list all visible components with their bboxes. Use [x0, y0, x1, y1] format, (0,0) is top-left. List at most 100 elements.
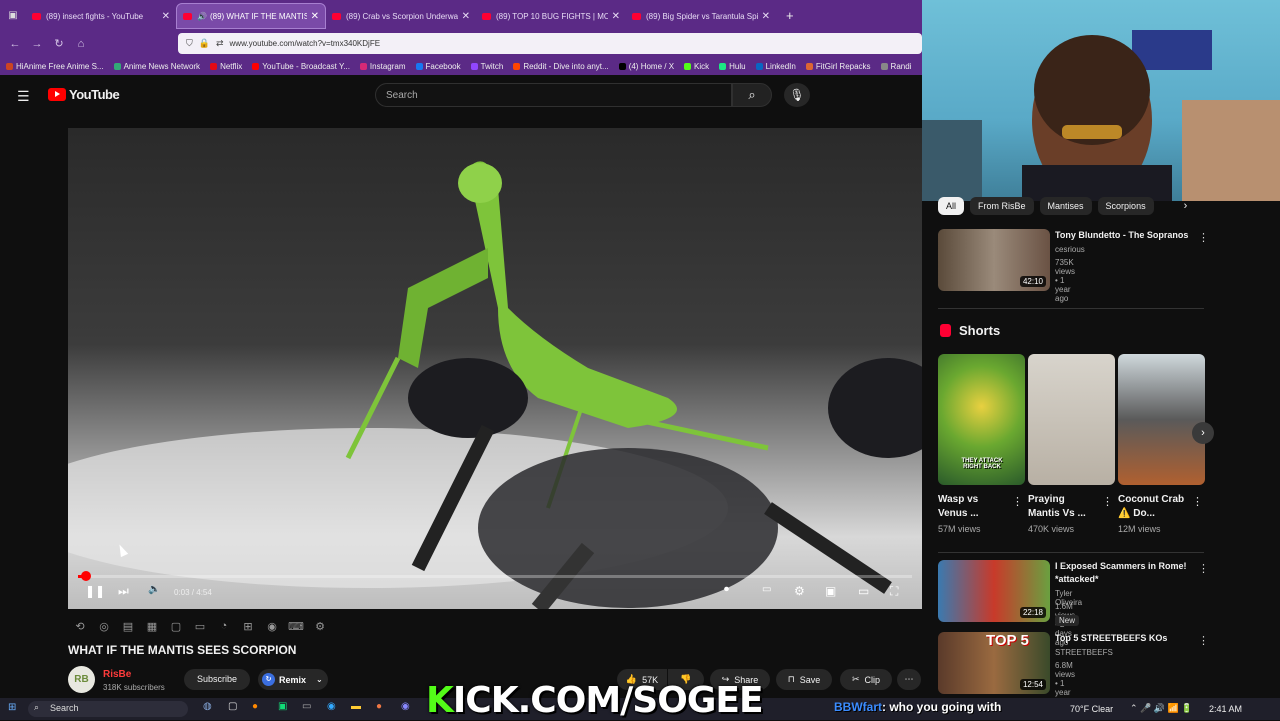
channel-avatar[interactable]: RB [68, 666, 95, 693]
windows-start-icon[interactable]: ⊞ [8, 702, 16, 713]
bookmark-item[interactable]: YouTube - Broadcast Y... [252, 62, 350, 71]
bookmark-item[interactable]: Netflix [210, 62, 242, 71]
filter-icon[interactable]: ▤ [116, 620, 140, 633]
fullscreen-icon[interactable]: ⛶ [890, 584, 898, 599]
extension-settings-gear-icon[interactable]: ⚙ [308, 620, 332, 633]
short-title[interactable]: Praying Mantis Vs ... [1028, 493, 1098, 521]
new-tab-button[interactable]: + [786, 8, 794, 23]
audio-playing-icon[interactable]: 🔊 [197, 12, 207, 21]
chip-from-risbe[interactable]: From RisBe [970, 197, 1034, 215]
search-input[interactable]: Search [375, 83, 732, 107]
close-tab-icon[interactable]: ✕ [462, 11, 470, 22]
remix-button[interactable]: ↻ Remix ⌄ [258, 669, 328, 690]
bookmark-item[interactable]: Randi [880, 62, 911, 71]
bookmark-item[interactable]: Instagram [359, 62, 406, 71]
bookmark-item[interactable]: Reddit - Dive into anyt... [513, 62, 609, 71]
chip-scorpions[interactable]: Scorpions [1097, 197, 1154, 215]
copilot-icon[interactable]: ◍ [203, 701, 212, 712]
keyboard-icon[interactable]: ⌨ [284, 620, 308, 633]
speed-icon[interactable]: ◔ [212, 620, 236, 632]
recommended-title[interactable]: Top 5 STREETBEEFS KOs [1055, 632, 1205, 645]
close-tab-icon[interactable]: ✕ [162, 11, 170, 22]
browser-tab[interactable]: (89) TOP 10 BUG FIGHTS | MONSTER✕ [476, 3, 626, 29]
youtube-logo[interactable]: YouTube [48, 87, 120, 102]
theater-mode-icon[interactable]: ▭ [858, 584, 869, 598]
shield-icon[interactable]: ⛉ [186, 38, 193, 49]
firefox-icon[interactable]: ● [252, 701, 258, 712]
volume-icon[interactable]: 🔈 [148, 584, 160, 595]
bookmark-item[interactable]: Facebook [415, 62, 461, 71]
more-vertical-icon[interactable]: ⋮ [1198, 562, 1209, 575]
bookmark-item[interactable]: FitGirl Repacks [805, 62, 871, 71]
taskbar-search[interactable]: ⌕ Search [28, 701, 188, 717]
chevron-right-icon[interactable]: › [1184, 200, 1188, 212]
frame-icon[interactable]: ▢ [164, 620, 188, 633]
video-thumbnail[interactable]: 42:10 [938, 229, 1050, 291]
more-vertical-icon[interactable]: ⋮ [1198, 634, 1209, 647]
progress-bar[interactable] [78, 575, 912, 578]
excel-icon[interactable]: ▣ [278, 701, 287, 712]
bookmark-item[interactable]: (4) Home / X [618, 62, 674, 71]
recommended-title[interactable]: I Exposed Scammers in Rome! *attacked* [1055, 560, 1205, 586]
shorts-next-button[interactable]: › [1192, 422, 1214, 444]
channel-name[interactable]: RisBe [103, 669, 131, 680]
taskbar-clock[interactable]: 2:41 AM [1209, 704, 1242, 714]
tray-icons[interactable]: ⌃ 🎤 🔊 📶 🔋 [1130, 703, 1192, 714]
discord-icon[interactable]: ◉ [401, 701, 410, 712]
browser-tab[interactable]: (89) Big Spider vs Tarantula Spider ✕ [626, 3, 776, 29]
recommended-channel[interactable]: cesrious [1055, 245, 1085, 254]
close-tab-icon[interactable]: ✕ [311, 11, 319, 22]
pause-button[interactable]: ❚❚ [85, 584, 105, 598]
folder-icon[interactable]: ▬ [351, 701, 361, 712]
subscribe-button[interactable]: Subscribe [184, 669, 250, 690]
video-player[interactable]: ❚❚ ⏭ 🔈 0:03 / 4:54 ⏺ ▭ ⚙ ▣ ▭ ⛶ [68, 128, 922, 609]
bookmark-item[interactable]: Hulu [719, 62, 746, 71]
cinema-icon[interactable]: ▭ [188, 620, 212, 633]
permissions-icon[interactable]: ⇄ [216, 38, 224, 49]
more-vertical-icon[interactable]: ⋮ [1012, 495, 1023, 508]
short-thumbnail[interactable] [1118, 354, 1205, 485]
address-bar[interactable]: ⛉ 🔒 ⇄ www.youtube.com/watch?v=tmx340KDjF… [178, 33, 922, 54]
search-button[interactable]: ⌕ [732, 83, 772, 107]
settings-gear-icon[interactable]: ⚙ [794, 584, 805, 598]
video-thumbnail[interactable]: 22:18 [938, 560, 1050, 622]
playlist-icon[interactable]: ▦ [140, 620, 164, 633]
bookmark-item[interactable]: HiAnime Free Anime S... [6, 62, 104, 71]
lock-icon[interactable]: 🔒 [199, 38, 210, 49]
browser-tab[interactable]: (89) Crab vs Scorpion Underwater ✕ [326, 3, 476, 29]
bookmark-item[interactable]: LinkedIn [755, 62, 796, 71]
save-button[interactable]: ⊓ Save [776, 669, 832, 690]
voice-search-button[interactable]: 🎙 [784, 83, 810, 107]
close-tab-icon[interactable]: ✕ [612, 11, 620, 22]
more-vertical-icon[interactable]: ⋮ [1198, 231, 1209, 244]
task-view-icon[interactable]: ▢ [228, 701, 237, 712]
app-icon[interactable]: ● [376, 701, 382, 712]
recommended-title[interactable]: Tony Blundetto - The Sopranos [1055, 229, 1205, 242]
next-button[interactable]: ⏭ [118, 584, 129, 599]
chip-mantises[interactable]: Mantises [1039, 197, 1092, 215]
bookmark-item[interactable]: Kick [684, 62, 709, 71]
audio-icon[interactable]: ◎ [92, 620, 116, 633]
loop-icon[interactable]: ⟲ [68, 620, 92, 633]
short-item[interactable]: THEY ATTACK RIGHT BACK Wasp vs Venus ...… [938, 354, 1025, 534]
app-icon[interactable]: ▭ [302, 701, 311, 712]
captions-icon[interactable]: ▭ [762, 584, 771, 595]
miniplayer-icon[interactable]: ▣ [825, 584, 836, 598]
bookmark-item[interactable]: Twitch [470, 62, 503, 71]
more-vertical-icon[interactable]: ⋮ [1102, 495, 1113, 508]
short-thumbnail[interactable]: THEY ATTACK RIGHT BACK [938, 354, 1025, 485]
forward-arrow-icon[interactable]: → [26, 38, 48, 50]
home-icon[interactable]: ⌂ [70, 38, 92, 50]
short-title[interactable]: Wasp vs Venus ... [938, 493, 1008, 521]
edge-icon[interactable]: ◉ [327, 701, 336, 712]
screenshot-camera-icon[interactable]: ◉ [260, 620, 284, 633]
browser-tab-active[interactable]: 🔊(89) WHAT IF THE MANTIS SEES SCORPION✕ [176, 3, 326, 29]
autoplay-toggle[interactable]: ⏺ [724, 584, 729, 595]
short-title[interactable]: Coconut Crab ⚠️ Do... [1118, 493, 1188, 521]
short-item[interactable]: Coconut Crab ⚠️ Do... 12M views ⋮ [1118, 354, 1205, 534]
plus-box-icon[interactable]: ⊞ [236, 620, 260, 633]
taskbar-weather[interactable]: 70°F Clear [1070, 704, 1113, 714]
tab-overview-icon[interactable]: ▣ [0, 10, 26, 21]
more-actions-button[interactable]: ⋯ [897, 669, 921, 690]
browser-tab[interactable]: (89) insect fights - YouTube ✕ [26, 3, 176, 29]
